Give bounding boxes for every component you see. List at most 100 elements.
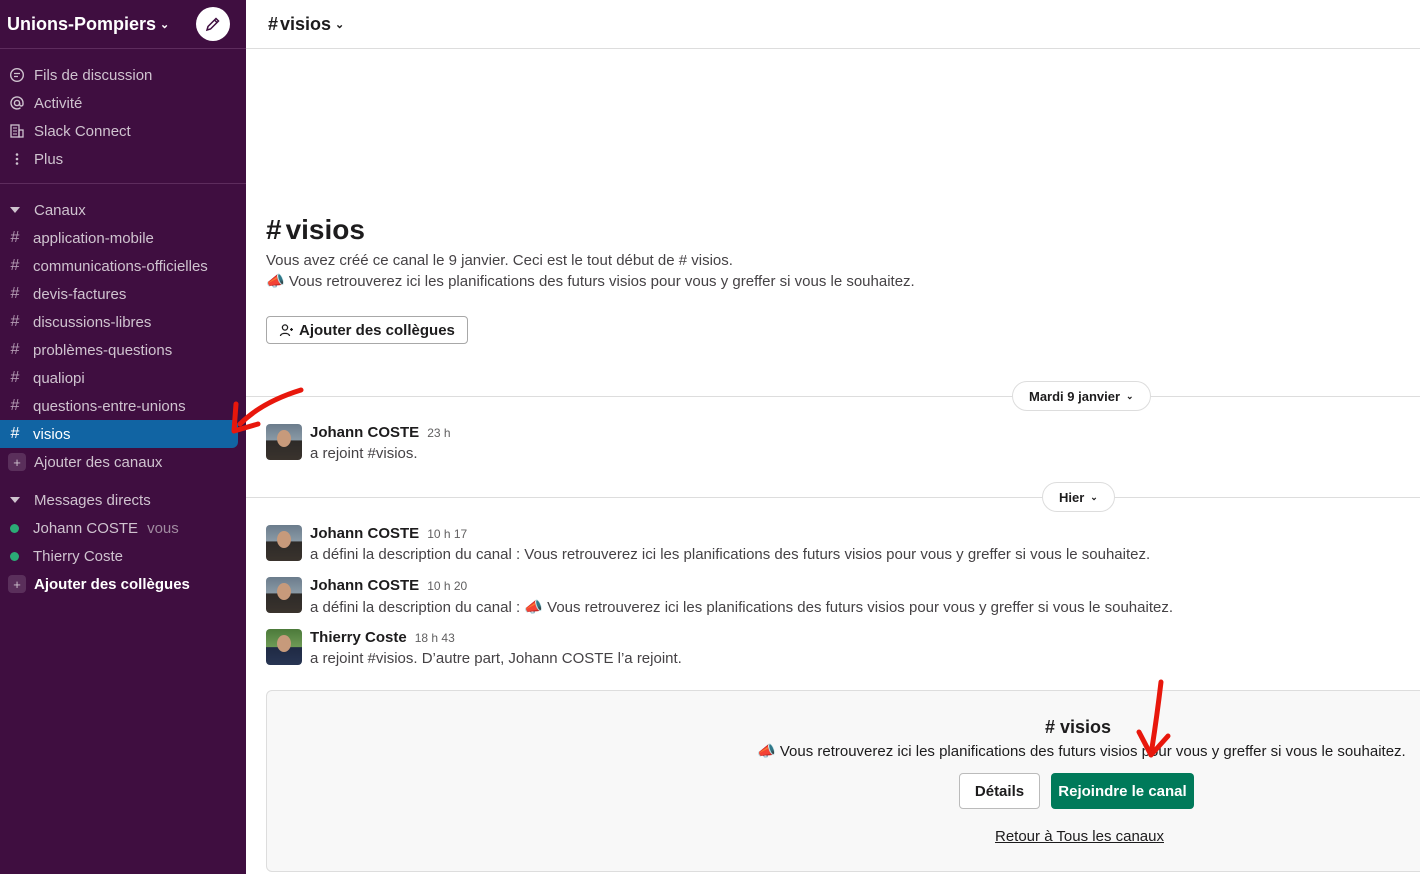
workspace-name: Unions-Pompiers (7, 13, 157, 34)
message-author[interactable]: Thierry Coste (310, 629, 407, 646)
message-text: a défini la description du canal : Vous … (310, 546, 1151, 563)
channel-discussions-libres[interactable]: # discussions-libres (0, 308, 246, 336)
at-icon (8, 94, 26, 112)
channel-qualiopi[interactable]: # qualiopi (0, 364, 246, 392)
avatar[interactable] (266, 525, 302, 561)
compose-button[interactable] (196, 7, 230, 41)
message: Johann COSTE 23 h a rejoint #visios. (266, 424, 451, 462)
section-label: Messages directs (34, 491, 151, 509)
chevron-down-icon: ⌄ (160, 18, 170, 31)
caret-down-icon (10, 207, 20, 213)
workspace-header: Unions-Pompiers ⌄ (0, 0, 246, 49)
channel-problemes-questions[interactable]: # problèmes-questions (0, 336, 246, 364)
message-time[interactable]: 23 h (427, 426, 450, 440)
presence-online-icon (10, 523, 19, 533)
channel-label: discussions-libres (33, 313, 152, 331)
nav-threads[interactable]: Fils de discussion (0, 61, 246, 89)
message-time[interactable]: 10 h 17 (427, 527, 467, 541)
dm-thierry-coste[interactable]: Thierry Coste (0, 542, 246, 570)
dm-section: Messages directs Johann COSTE vous Thier… (0, 476, 246, 598)
join-panel-description: 📣 Vous retrouverez ici les planification… (757, 743, 1406, 760)
date-divider (246, 396, 1420, 397)
hash-icon: # (10, 341, 20, 358)
join-channel-panel: # visios 📣 Vous retrouverez ici les plan… (266, 690, 1420, 872)
hash-icon: # (10, 397, 20, 414)
message: Johann COSTE 10 h 17 a défini la descrip… (266, 525, 1150, 563)
more-vertical-icon (8, 150, 26, 168)
plus-icon: + (8, 575, 26, 593)
dm-name: Thierry Coste (33, 547, 124, 565)
channel-title: visios (280, 13, 332, 34)
join-panel-title: # visios (1045, 717, 1112, 737)
channel-devis-factures[interactable]: # devis-factures (0, 280, 246, 308)
channels-header[interactable]: Canaux (0, 196, 246, 224)
building-icon (8, 122, 26, 140)
intro-description: 📣 Vous retrouverez ici les planification… (266, 273, 915, 290)
add-colleagues-label: Ajouter des collègues (34, 575, 190, 593)
channel-label: communications-officielles (33, 257, 208, 275)
channel-visios[interactable]: # visios (0, 420, 238, 448)
nav-more[interactable]: Plus (0, 145, 246, 173)
intro-title: # visios (266, 214, 915, 246)
channel-label: qualiopi (33, 369, 85, 387)
nav-label: Plus (34, 150, 64, 168)
add-colleagues-intro-button[interactable]: Ajouter des collègues (266, 316, 468, 344)
date-jump-second[interactable]: Hier ⌄ (1042, 482, 1115, 512)
threads-icon (8, 66, 26, 84)
message-time[interactable]: 18 h 43 (415, 631, 455, 645)
intro-created-text: Vous avez créé ce canal le 9 janvier. Ce… (266, 252, 733, 269)
chevron-down-icon: ⌄ (1126, 390, 1134, 401)
avatar[interactable] (266, 577, 302, 613)
nav-slack-connect[interactable]: Slack Connect (0, 117, 246, 145)
add-user-icon (279, 324, 293, 337)
date-label: Mardi 9 janvier (1029, 388, 1121, 404)
message-author[interactable]: Johann COSTE (310, 525, 419, 542)
avatar[interactable] (266, 424, 302, 460)
channels-section: Canaux # application-mobile # communicatio… (0, 184, 246, 476)
message-author[interactable]: Johann COSTE (310, 424, 419, 441)
channel-communications-officielles[interactable]: # communications-officielles (0, 252, 246, 280)
message: Thierry Coste 18 h 43 a rejoint #visios.… (266, 629, 682, 667)
sidebar: Unions-Pompiers ⌄ Fils de discussion Act… (0, 0, 246, 874)
message: Johann COSTE 10 h 20 a défini la descrip… (266, 577, 1173, 616)
intro-channel-name: visios (285, 214, 365, 245)
presence-online-icon (10, 551, 19, 561)
workspace-switcher[interactable]: Unions-Pompiers ⌄ (7, 14, 169, 35)
date-jump-first[interactable]: Mardi 9 janvier ⌄ (1012, 381, 1151, 411)
add-colleagues-button[interactable]: + Ajouter des collègues (0, 570, 246, 598)
main-pane: # visios ⌄ # visios Vous avez créé ce ca… (246, 0, 1420, 874)
back-to-all-channels-link[interactable]: Retour à Tous les canaux (995, 828, 1164, 845)
nav-label: Activité (34, 94, 83, 112)
channel-label: application-mobile (33, 229, 154, 247)
channel-hash: # (266, 214, 282, 245)
message-time[interactable]: 10 h 20 (427, 579, 467, 593)
details-button[interactable]: Détails (959, 773, 1040, 809)
channel-application-mobile[interactable]: # application-mobile (0, 224, 246, 252)
dm-header[interactable]: Messages directs (0, 486, 246, 514)
compose-icon (205, 17, 220, 32)
message-text: a rejoint #visios. (310, 445, 418, 462)
add-channels-button[interactable]: + Ajouter des canaux (0, 448, 246, 476)
nav-activity[interactable]: Activité (0, 89, 246, 117)
message-author[interactable]: Johann COSTE (310, 577, 419, 594)
nav-label: Slack Connect (34, 122, 131, 140)
nav-label: Fils de discussion (34, 66, 153, 84)
add-colleagues-intro-label: Ajouter des collègues (299, 321, 455, 339)
hash-icon: # (10, 425, 20, 442)
channel-label: problèmes-questions (33, 341, 173, 359)
dm-johann-coste[interactable]: Johann COSTE vous (0, 514, 246, 542)
chevron-down-icon: ⌄ (335, 18, 345, 31)
channel-questions-entre-unions[interactable]: # questions-entre-unions (0, 392, 246, 420)
message-text: a rejoint #visios. D’autre part, Johann … (310, 650, 682, 667)
channel-header-button[interactable]: # visios ⌄ (246, 0, 1420, 49)
dm-you-suffix: vous (147, 519, 179, 537)
message-text: a défini la description du canal : 📣 Vou… (310, 599, 1174, 616)
hash-icon: # (10, 229, 20, 246)
join-channel-button[interactable]: Rejoindre le canal (1051, 773, 1194, 809)
channel-hash: # (268, 13, 279, 34)
section-label: Canaux (34, 201, 86, 219)
avatar[interactable] (266, 629, 302, 665)
date-divider (246, 497, 1420, 498)
hash-icon: # (10, 313, 20, 330)
date-label: Hier (1059, 489, 1085, 505)
